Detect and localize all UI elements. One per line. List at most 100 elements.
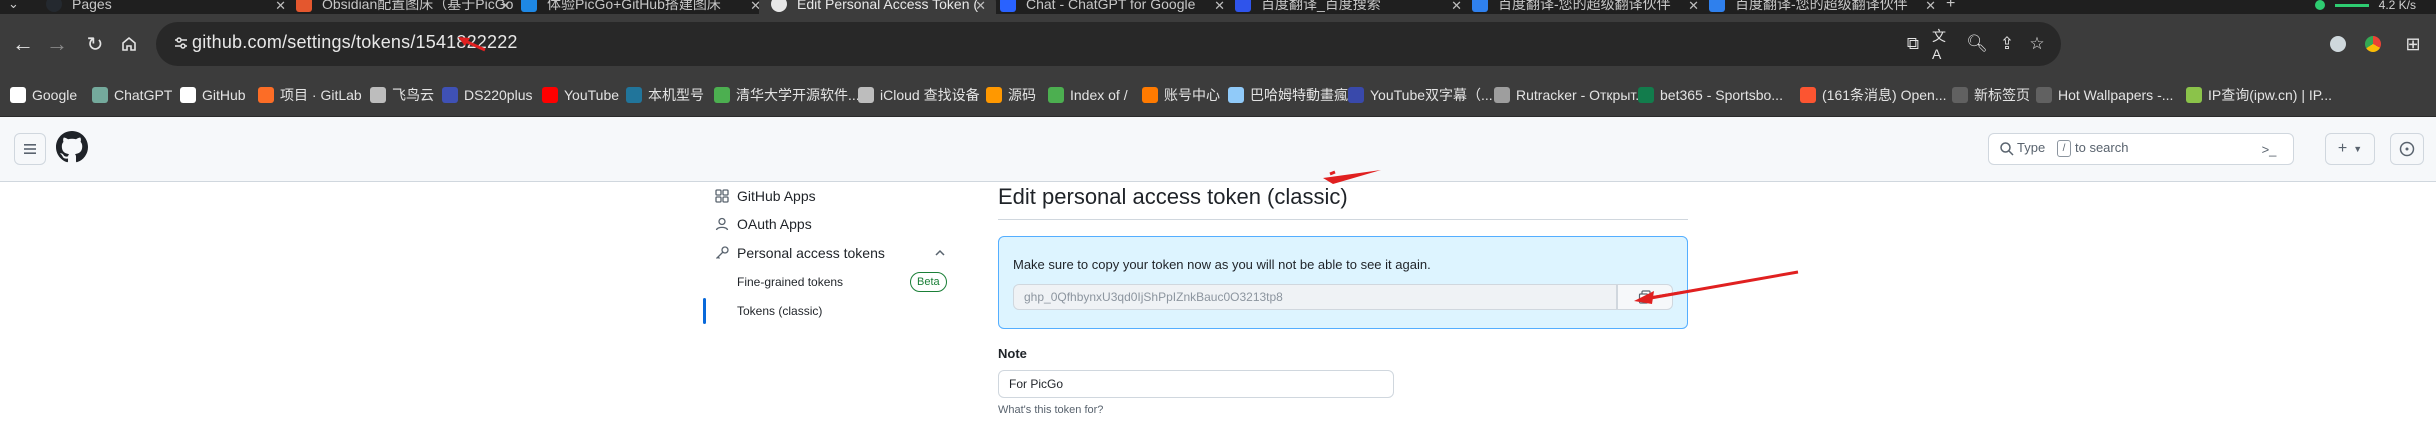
plus-icon: +: [2337, 140, 2348, 157]
menu-button[interactable]: [14, 133, 46, 165]
chrome-extension-button[interactable]: [2358, 29, 2388, 59]
github-favicon-icon: [46, 0, 62, 12]
tab-obsidian[interactable]: Obsidian配置图床（基于PicGo ✕: [284, 0, 521, 14]
bookmark-item[interactable]: IP查询(ipw.cn) | IP...: [2186, 74, 2332, 116]
bookmark-item[interactable]: Index of /: [1048, 74, 1128, 116]
bookmark-item[interactable]: 飞鸟云: [370, 74, 434, 116]
bookmark-label: bet365 - Sportsbo...: [1660, 87, 1783, 103]
bookmark-label: DS220plus: [464, 87, 533, 103]
bookmark-item[interactable]: ChatGPT: [92, 74, 172, 116]
flash-message: Make sure to copy your token now as you …: [1013, 257, 1431, 272]
copy-token-button[interactable]: [1617, 284, 1673, 310]
share-button[interactable]: ⇪: [1996, 33, 2018, 55]
back-button[interactable]: ←: [8, 29, 38, 59]
reload-icon: ↻: [86, 33, 104, 56]
extension-globe-icon: [2330, 36, 2346, 52]
csdn-favicon-icon: [296, 0, 312, 12]
note-input[interactable]: [998, 370, 1394, 398]
browser-toolbar: ← → ↻ github.com/settings/tokens/1541822…: [0, 14, 2436, 74]
sidebar-item-github-apps[interactable]: GitHub Apps: [715, 182, 816, 210]
reload-button[interactable]: ↻: [80, 29, 110, 59]
home-icon: [122, 36, 136, 51]
tab-baidu-search[interactable]: 百度翻译_百度搜索 ✕: [1223, 0, 1472, 14]
sidebar-item-label: OAuth Apps: [737, 216, 812, 232]
command-palette-icon[interactable]: >_: [2258, 140, 2280, 158]
translate-icon: 文A: [1932, 28, 1946, 62]
bookmark-item[interactable]: bet365 - Sportsbo...: [1638, 74, 1783, 116]
copy-icon: [1638, 290, 1651, 304]
token-value-field[interactable]: ghp_0QfhbynxU3qd0IjShPpIZnkBauc0O3213tp8: [1013, 284, 1617, 310]
bookmark-item[interactable]: YouTube: [542, 74, 619, 116]
tab-chatgpt[interactable]: Chat - ChatGPT for Google ✕: [988, 0, 1235, 14]
blog-favicon-icon: [521, 0, 537, 12]
bookmark-item[interactable]: 新标签页: [1952, 74, 2030, 116]
bookmark-item[interactable]: 项目 · GitLab: [258, 74, 362, 116]
sidebar-item-fine-grained-tokens[interactable]: Fine-grained tokens: [737, 270, 843, 294]
bookmark-item[interactable]: iCloud 查找设备: [858, 74, 980, 116]
zoom-button[interactable]: 🔍︎: [1966, 33, 1988, 55]
apple-icon: [858, 87, 874, 103]
bookmark-label: GitHub: [202, 87, 246, 103]
bookmark-item[interactable]: 源码: [986, 74, 1036, 116]
bookmark-item[interactable]: 本机型号: [626, 74, 704, 116]
tab-baidu-fanyi-1[interactable]: 百度翻译-您的超级翻译伙伴 ✕: [1460, 0, 1709, 14]
bookmark-item[interactable]: GitHub: [180, 74, 246, 116]
bookmark-item[interactable]: (161条消息) Open...: [1800, 74, 1947, 116]
site-info-button[interactable]: [170, 32, 192, 54]
github-logo-icon[interactable]: [56, 131, 88, 163]
bookmark-label: Rutracker - Открыт...: [1516, 87, 1647, 103]
create-new-button[interactable]: + ▼: [2325, 133, 2375, 165]
tab-pages[interactable]: Pages ✕: [34, 0, 296, 14]
feiniaoyun-icon: [370, 87, 386, 103]
sidebar-item-tokens-classic[interactable]: Tokens (classic): [737, 299, 822, 323]
system-tray: 4.2 K/s: [2314, 0, 2436, 14]
bookmark-item[interactable]: 清华大学开源软件...: [714, 74, 860, 116]
plus-icon: +: [1946, 0, 1956, 12]
bookmark-item[interactable]: Hot Wallpapers -...: [2036, 74, 2173, 116]
bookmark-item[interactable]: YouTube双字幕（...: [1348, 74, 1493, 116]
close-icon[interactable]: ✕: [975, 0, 986, 14]
forward-button[interactable]: →: [42, 29, 72, 59]
bookmark-label: iCloud 查找设备: [880, 87, 980, 103]
bookmark-item[interactable]: Google: [10, 74, 77, 116]
tab-search-button[interactable]: ⌄: [4, 0, 32, 14]
tab-title: 百度翻译-您的超级翻译伙伴: [1735, 0, 1908, 12]
note-hint: What's this token for?: [998, 404, 1104, 416]
translate-button[interactable]: 文A: [1932, 28, 1954, 62]
issues-button[interactable]: [2390, 133, 2424, 165]
zoom-icon: 🔍︎: [1966, 34, 1988, 53]
bookmark-label: (161条消息) Open...: [1822, 87, 1947, 103]
newtab-icon: [1952, 87, 1968, 103]
issue-circle-icon: [2399, 141, 2415, 157]
bookmark-item[interactable]: 巴哈姆特動畫瘋: [1228, 74, 1348, 116]
search-input[interactable]: Type / to search >_: [1988, 133, 2294, 165]
bookmark-label: 项目 · GitLab: [280, 87, 362, 103]
bookmark-label: ChatGPT: [114, 87, 173, 103]
extension-button[interactable]: [2323, 29, 2353, 59]
chevron-up-icon[interactable]: [933, 246, 947, 260]
new-tab-button[interactable]: +: [1940, 0, 1976, 14]
home-button[interactable]: [114, 29, 144, 59]
address-bar[interactable]: github.com/settings/tokens/1541822222 ⧉ …: [156, 22, 2061, 66]
globe-icon: [1048, 87, 1064, 103]
sidebar-item-oauth-apps[interactable]: OAuth Apps: [715, 210, 812, 238]
bookmark-item[interactable]: DS220plus: [442, 74, 533, 116]
close-icon[interactable]: ✕: [1925, 0, 1936, 14]
tab-edit-token[interactable]: Edit Personal Access Token ( ✕: [759, 0, 996, 14]
tab-title: Chat - ChatGPT for Google: [1026, 0, 1196, 12]
source-icon: [986, 87, 1002, 103]
arrow-left-icon: ←: [12, 31, 34, 56]
bookmark-label: IP查询(ipw.cn) | IP...: [2208, 87, 2332, 103]
bookmark-label: 本机型号: [648, 87, 704, 103]
tab-picgo[interactable]: 体验PicGo+GitHub搭建图床 ✕: [509, 0, 771, 14]
extensions-puzzle-button[interactable]: ⊞: [2398, 29, 2428, 59]
wordpress-icon: [626, 87, 642, 103]
bahamut-icon: [1228, 87, 1244, 103]
tab-baidu-fanyi-2[interactable]: 百度翻译-您的超级翻译伙伴 ✕: [1697, 0, 1946, 14]
bookmark-star-button[interactable]: ☆: [2026, 33, 2048, 55]
bookmark-item[interactable]: 账号中心: [1142, 74, 1220, 116]
sidebar-item-personal-access-tokens[interactable]: Personal access tokens: [715, 239, 885, 267]
bookmark-label: YouTube: [564, 87, 620, 103]
install-app-button[interactable]: ⧉: [1902, 33, 1924, 55]
bookmark-item[interactable]: Rutracker - Открыт...: [1494, 74, 1647, 116]
